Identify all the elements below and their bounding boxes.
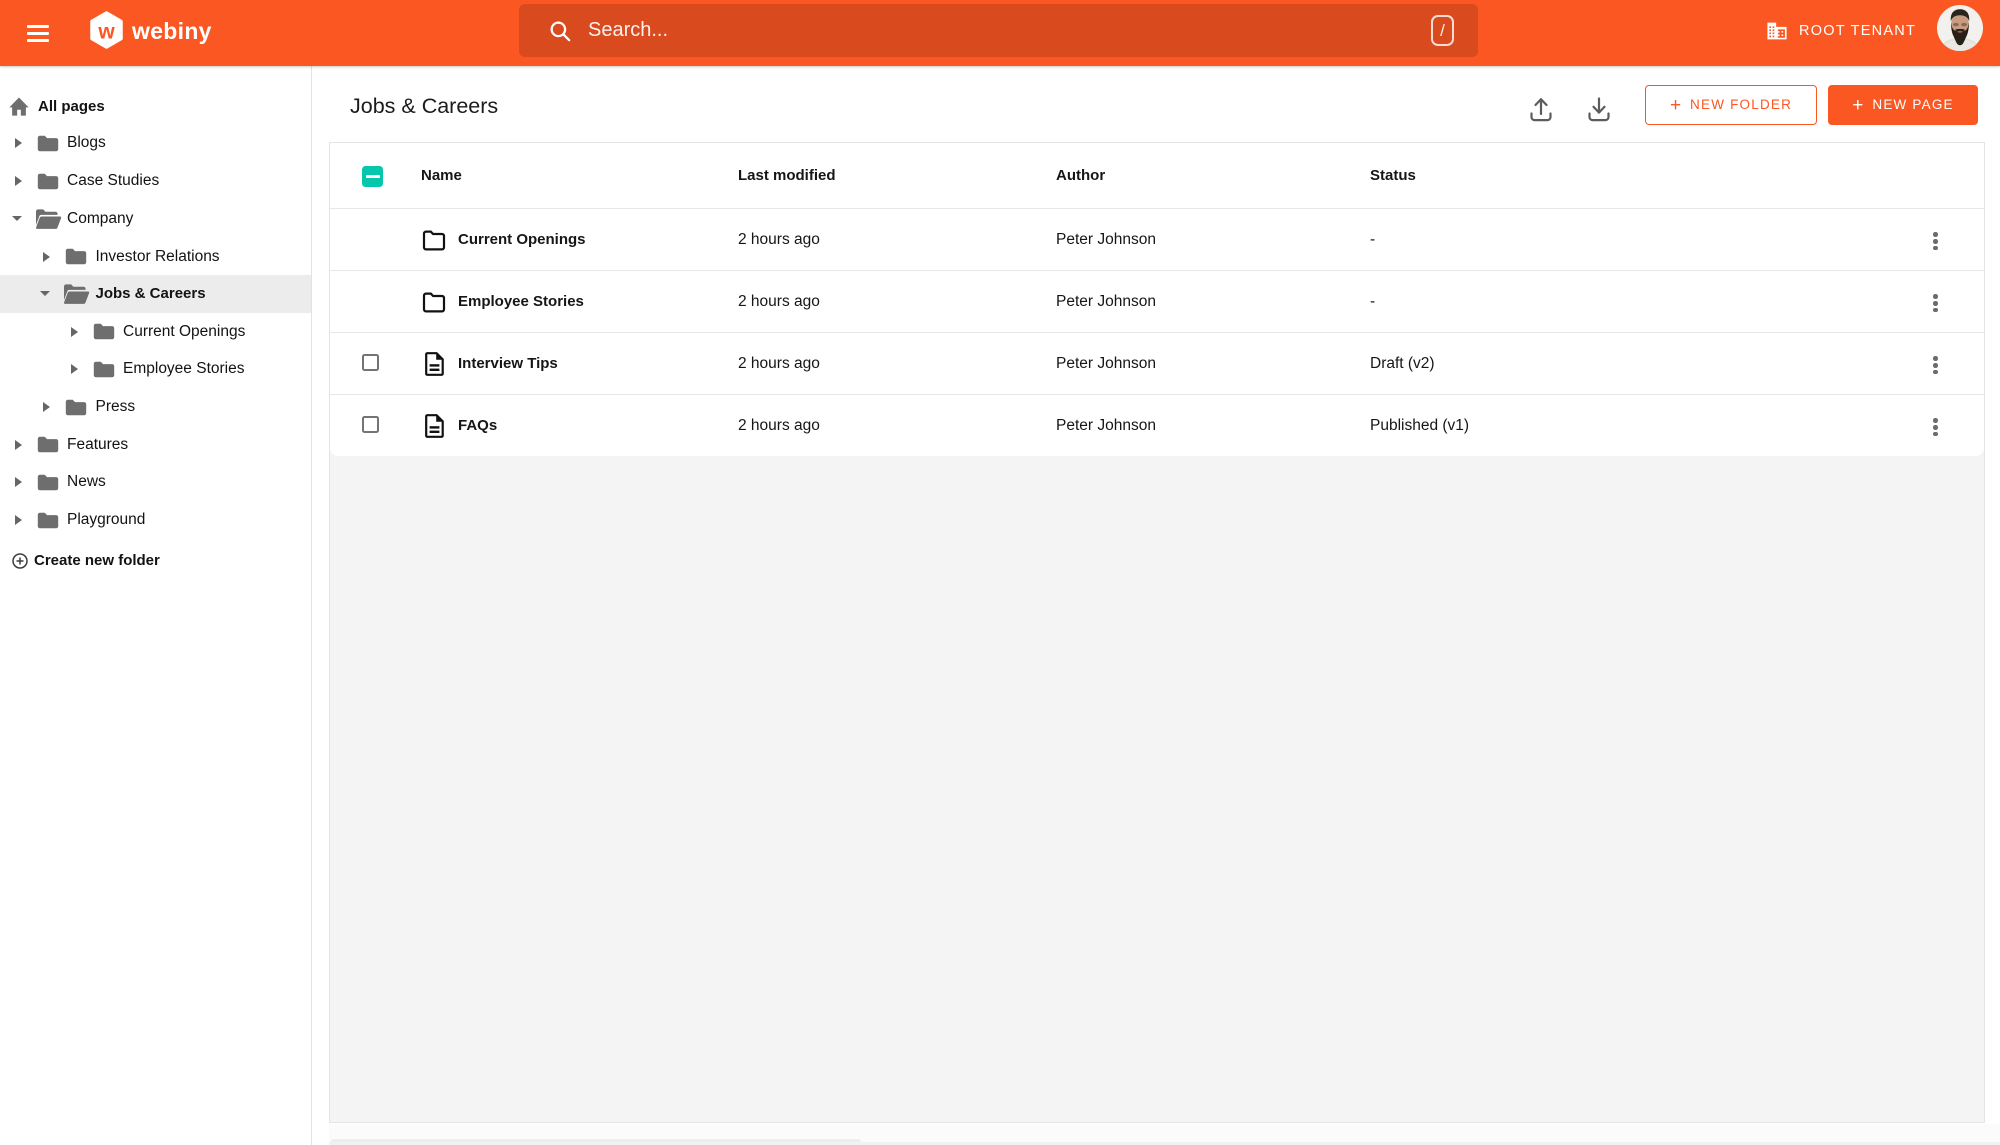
svg-text:w: w: [97, 21, 115, 44]
